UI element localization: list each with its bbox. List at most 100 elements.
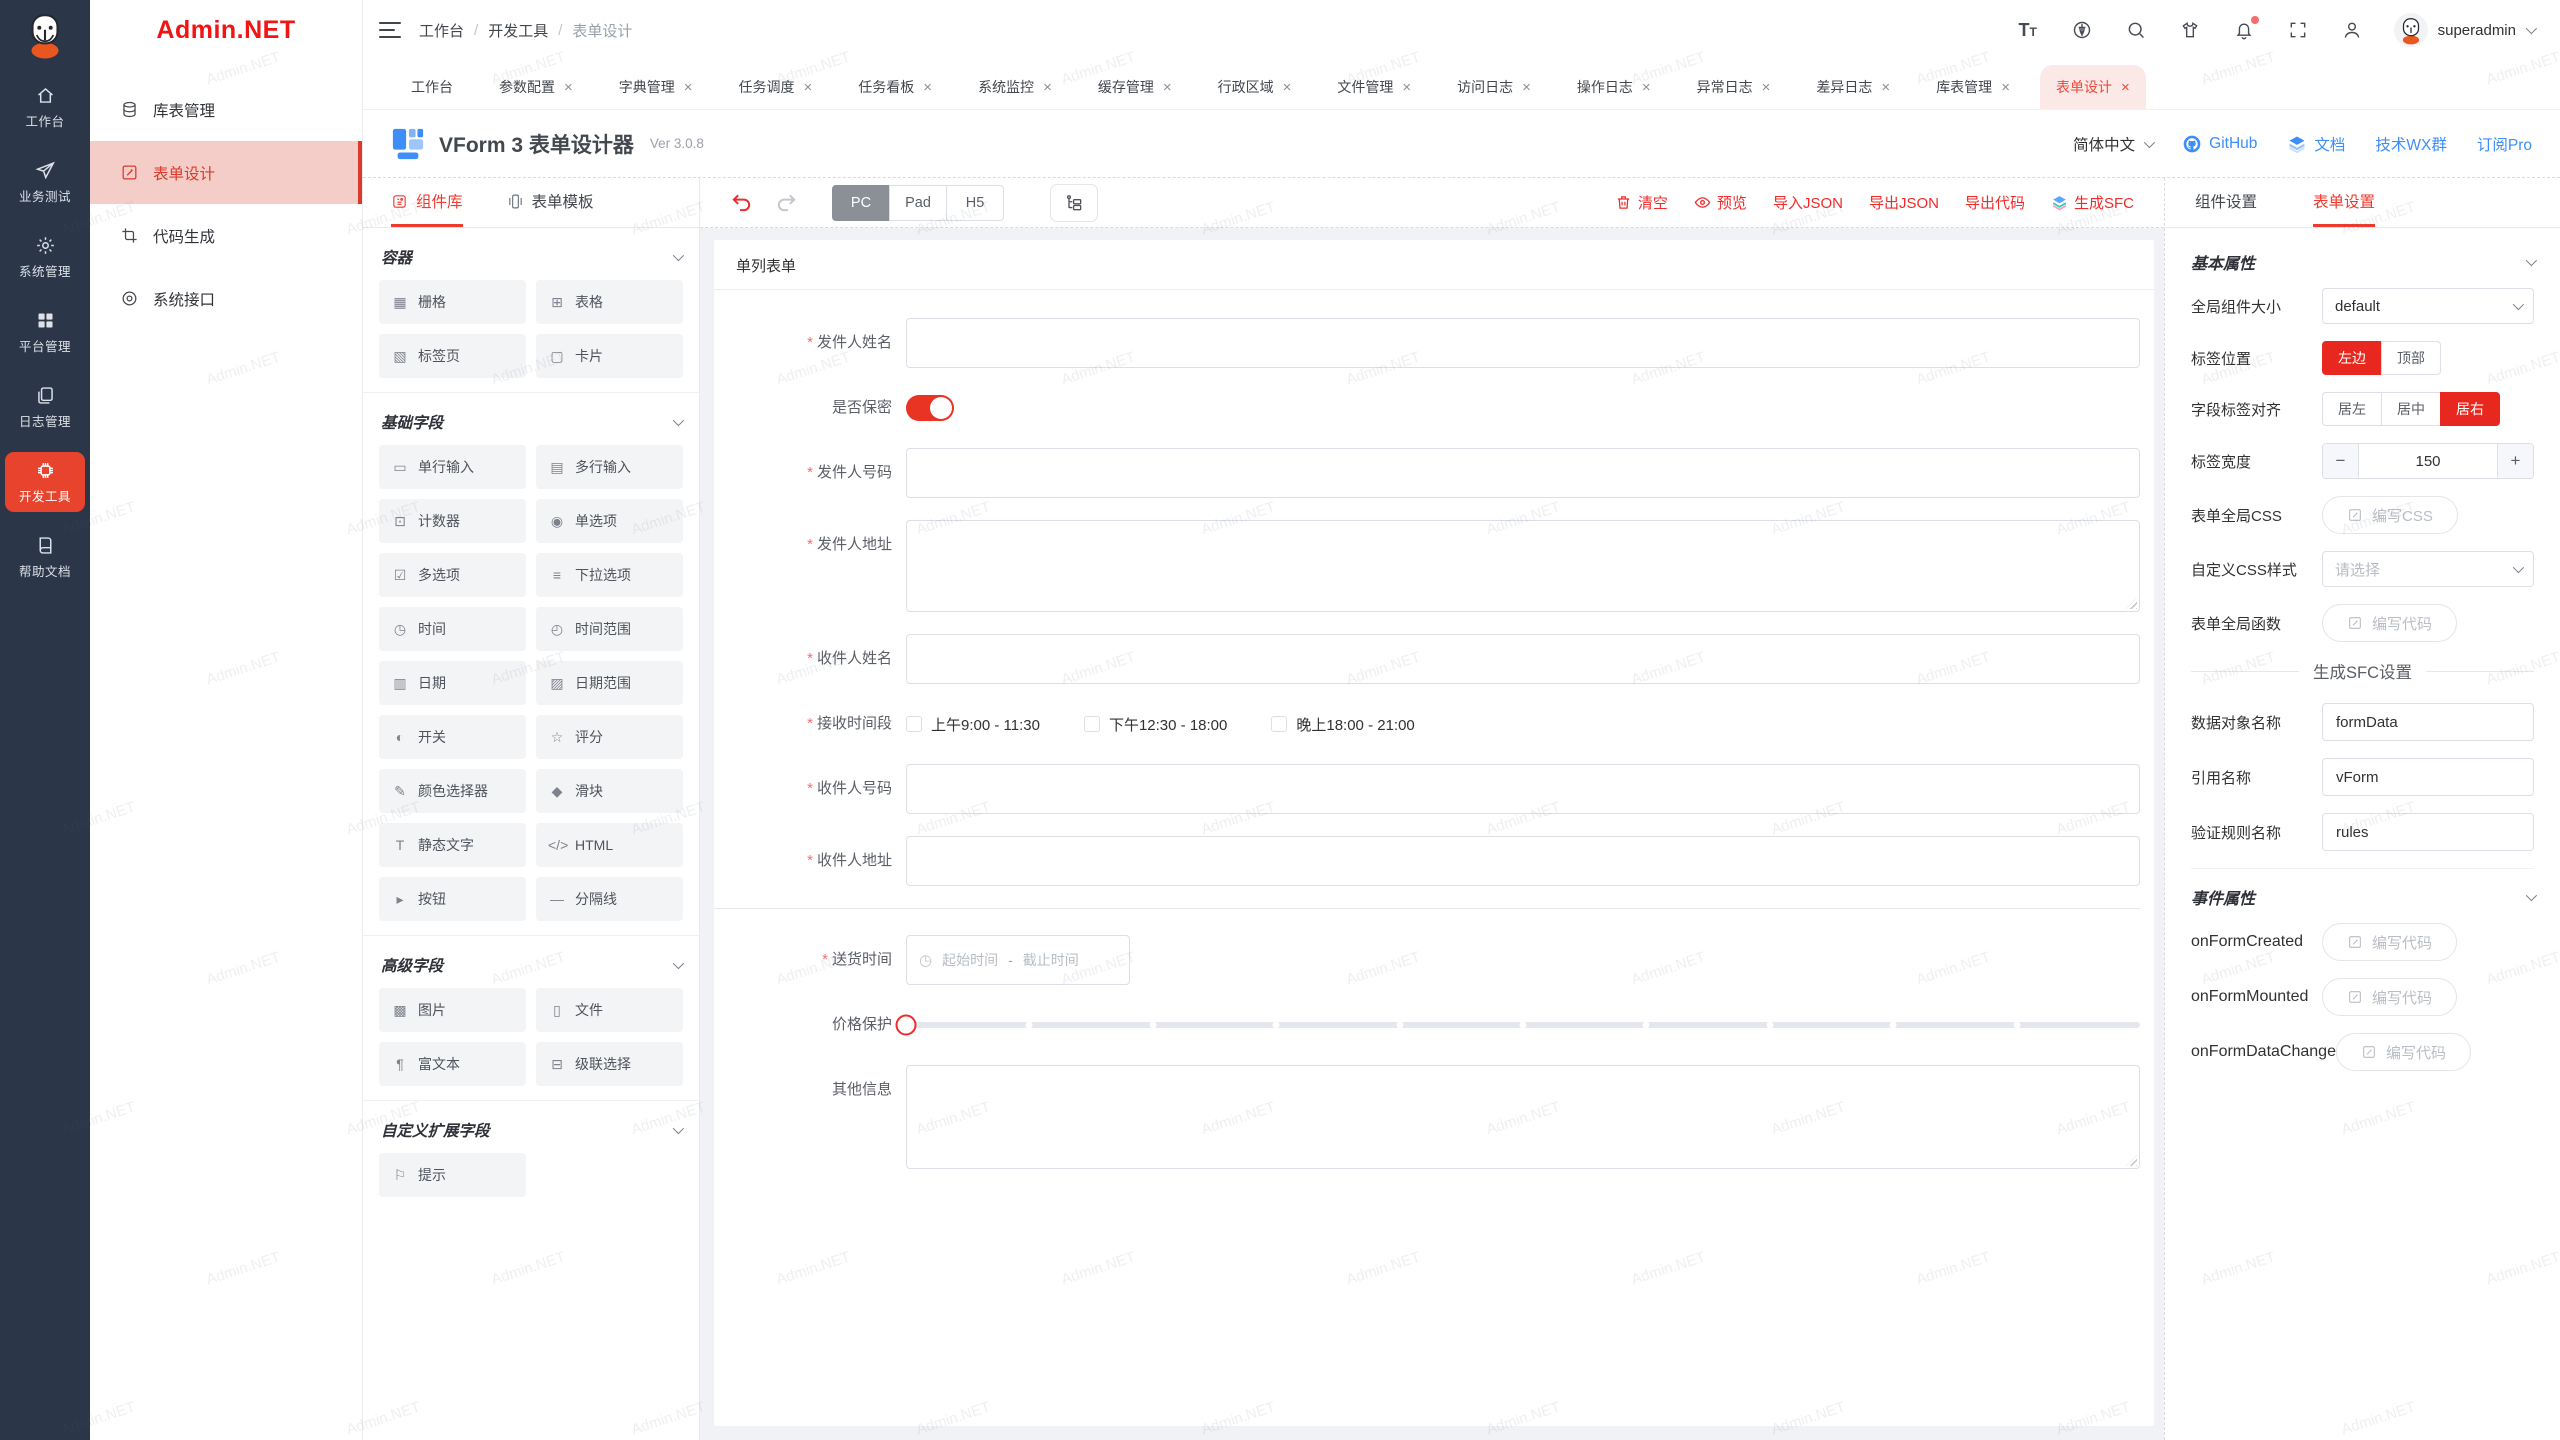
rail-item-help-docs[interactable]: 帮助文档 [5,527,85,587]
tab-4[interactable]: 任务看板× [842,65,948,109]
rail-item-dev-tools[interactable]: 开发工具 [5,452,85,512]
app-logo[interactable] [17,7,73,63]
close-icon[interactable]: × [1163,80,1172,95]
align-center-button[interactable]: 居中 [2381,392,2441,426]
checkbox-morning[interactable]: 上午9:00 - 11:30 [906,714,1040,735]
profile-icon[interactable] [2340,18,2364,42]
component-chip-switch[interactable]: ◐开关 [379,715,526,759]
decrease-button[interactable]: − [2323,444,2359,478]
close-icon[interactable]: × [2121,80,2130,95]
sender-phone-input[interactable] [906,448,2140,498]
docs-link[interactable]: 文档 [2287,133,2345,155]
preview-button[interactable]: 预览 [1694,192,1747,213]
sender-name-input[interactable] [906,318,2140,368]
increase-button[interactable]: + [2497,444,2533,478]
component-chip-select[interactable]: ≡下拉选项 [536,553,683,597]
undo-icon[interactable] [730,191,753,214]
component-chip-date[interactable]: ▥日期 [379,661,526,705]
component-chip-static-text[interactable]: T静态文字 [379,823,526,867]
checkbox-evening[interactable]: 晚上18:00 - 21:00 [1271,714,1414,735]
tab-form-settings[interactable]: 表单设置 [2313,178,2375,227]
component-chip-card[interactable]: ▢卡片 [536,334,683,378]
breadcrumb-item[interactable]: 工作台 [419,20,464,41]
close-icon[interactable]: × [564,80,573,95]
language-select[interactable]: 简体中文 [2073,133,2152,155]
form-title[interactable]: 单列表单 [714,240,2154,290]
tab-14[interactable]: 表单设计× [2040,65,2146,109]
close-icon[interactable]: × [1522,80,1531,95]
component-chip-date-range[interactable]: ▨日期范围 [536,661,683,705]
component-chip-divider[interactable]: —分隔线 [536,877,683,921]
component-chip-radio[interactable]: ◉单选项 [536,499,683,543]
node-tree-button[interactable] [1050,184,1098,222]
collapse-menu-icon[interactable] [379,22,401,38]
clear-button[interactable]: 清空 [1615,192,1668,213]
slider-handle[interactable] [896,1015,917,1036]
sidebar-item-table-mgmt[interactable]: 库表管理 [90,78,362,141]
tab-component-library[interactable]: 组件库 [391,178,463,227]
device-pad-button[interactable]: Pad [889,185,947,221]
close-icon[interactable]: × [804,80,813,95]
component-chip-input[interactable]: ▭单行输入 [379,445,526,489]
field-price-protection[interactable]: 价格保护 [714,1007,2140,1043]
field-secrecy[interactable]: 是否保密 [714,390,2140,426]
tab-12[interactable]: 差异日志× [1800,65,1906,109]
custom-css-select[interactable]: 请选择 [2322,551,2534,587]
theme-icon[interactable] [2178,18,2202,42]
tab-13[interactable]: 库表管理× [1920,65,2026,109]
language-icon[interactable] [2070,18,2094,42]
tab-form-templates[interactable]: 表单模板 [507,178,594,227]
tab-9[interactable]: 访问日志× [1441,65,1547,109]
close-icon[interactable]: × [923,80,932,95]
sidebar-item-form-design[interactable]: 表单设计 [90,141,362,204]
basic-props-header[interactable]: 基本属性 [2165,234,2560,288]
close-icon[interactable]: × [1762,80,1771,95]
component-chip-rich-editor[interactable]: ¶富文本 [379,1042,526,1086]
field-sender-name[interactable]: 发件人姓名 [714,318,2140,368]
component-chip-alert[interactable]: ⚐提示 [379,1153,526,1197]
rail-item-platform-mgmt[interactable]: 平台管理 [5,302,85,362]
label-position-left-button[interactable]: 左边 [2322,341,2382,375]
write-code-button[interactable]: 编写代码 [2322,604,2457,642]
tab-6[interactable]: 缓存管理× [1082,65,1188,109]
field-recipient-name[interactable]: 收件人姓名 [714,634,2140,684]
component-chip-textarea[interactable]: ▤多行输入 [536,445,683,489]
global-size-select[interactable]: default [2322,288,2534,324]
section-header[interactable]: 容器 [379,244,683,280]
tab-widget-settings[interactable]: 组件设置 [2195,178,2257,227]
github-link[interactable]: GitHub [2182,134,2257,154]
user-menu[interactable]: superadmin [2394,13,2534,47]
section-header[interactable]: 高级字段 [379,952,683,988]
component-chip-time-range[interactable]: ◴时间范围 [536,607,683,651]
sidebar-item-code-gen[interactable]: 代码生成 [90,204,362,267]
export-code-button[interactable]: 导出代码 [1965,192,2025,213]
tab-11[interactable]: 异常日志× [1681,65,1787,109]
subscribe-pro-link[interactable]: 订阅Pro [2477,133,2532,155]
import-json-button[interactable]: 导入JSON [1773,192,1843,213]
fullscreen-icon[interactable] [2286,18,2310,42]
tab-8[interactable]: 文件管理× [1321,65,1427,109]
device-h5-button[interactable]: H5 [946,185,1004,221]
close-icon[interactable]: × [1642,80,1651,95]
component-chip-cascader[interactable]: ⊟级联选择 [536,1042,683,1086]
close-icon[interactable]: × [684,80,693,95]
tab-2[interactable]: 字典管理× [603,65,709,109]
generate-sfc-button[interactable]: 生成SFC [2051,192,2134,213]
field-receive-timeslot[interactable]: 接收时间段 上午9:00 - 11:30 [714,706,2140,742]
breadcrumb-item[interactable]: 开发工具 [488,20,548,41]
sidebar-item-system-api[interactable]: 系统接口 [90,267,362,330]
component-chip-slider[interactable]: ◆滑块 [536,769,683,813]
bell-icon[interactable] [2232,18,2256,42]
close-icon[interactable]: × [1283,80,1292,95]
write-code-button[interactable]: 编写代码 [2336,1033,2471,1071]
wx-group-link[interactable]: 技术WX群 [2375,133,2446,155]
section-header[interactable]: 基础字段 [379,409,683,445]
price-protection-slider[interactable] [906,1022,2140,1028]
field-recipient-phone[interactable]: 收件人号码 [714,764,2140,814]
recipient-phone-input[interactable] [906,764,2140,814]
component-chip-button[interactable]: ▸按钮 [379,877,526,921]
sender-address-textarea[interactable] [906,520,2140,612]
component-chip-table[interactable]: ⊞表格 [536,280,683,324]
tab-7[interactable]: 行政区域× [1202,65,1308,109]
tab-0[interactable]: 工作台 [395,65,469,109]
